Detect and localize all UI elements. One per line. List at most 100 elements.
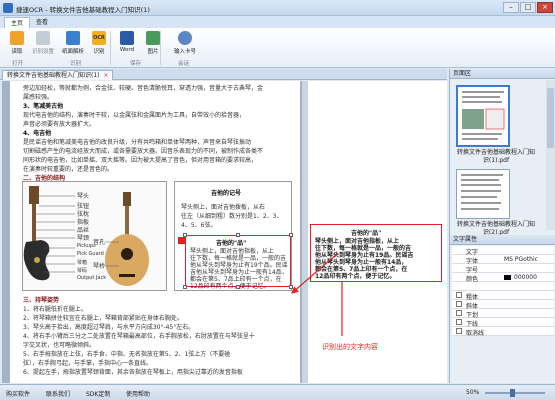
close-icon[interactable]: × <box>103 72 108 79</box>
prop-row[interactable]: 斜体 <box>452 300 554 310</box>
page-text-line: 现代电吉他的结构，演奏时干较，以金属弦和金属面片为工具，自带效小的拾音器， <box>23 112 246 119</box>
page-text-line: 6、提起左手，拇指放置琴颈背面，其余各指放在琴板上，用指尖过靠近的发音指板 <box>23 369 243 376</box>
ribbon: 读取 识别设置 纸面解析 OCR 识别 Word 图片 输入卡号 打开 识别 保… <box>0 28 555 68</box>
app-logo-icon <box>3 3 13 13</box>
group-save-label: 保存 <box>130 61 142 67</box>
page-text-line: 5、右手拇指放在上弦，右手食、中指、无名指放在第5、2、1弦上方（不要碰 <box>23 351 231 358</box>
window-title: 捷速OCR - 转换文件吉他基础教程入门知识(1) <box>16 6 150 14</box>
resize-handle[interactable] <box>236 233 240 237</box>
prop-row[interactable] <box>452 282 554 291</box>
page-text-line: 2、将琴箱拼住较宜在右腿上，琴箱背部紧贴在身体右胸处。 <box>23 315 183 322</box>
page-text-line: 3、琴头高于拾出，高度超过琴肩，与水平方向成30°-45°左右。 <box>23 324 195 331</box>
group-recognize-label: 识别 <box>70 61 82 67</box>
guitar-label: 琴头 <box>77 193 90 200</box>
prop-row[interactable]: 文字 <box>452 246 554 256</box>
page-text-line: 是民谣吉他和笔减美电吉他的改良升级，分有共鸣箱和单体琴两种，声音来自琴弦振动 <box>23 139 252 146</box>
guitar-label: Pickups <box>77 243 96 249</box>
text-properties-table: 文字 字体 MS PGothic 字号 颜色 000000 粗体 斜体 下划 下线 … <box>452 246 554 337</box>
prop-row[interactable]: 颜色 000000 <box>452 273 554 283</box>
ocr-icon: OCR <box>92 31 106 45</box>
page-text-line: 4、将右手小臂后三分之二处放置在琴箱最高部位，右手腕放松，右肘放置在与琴弦呈十 <box>23 333 255 340</box>
guitar-diagram: 琴头 弦钮 弦枕 指板 品丝 琴颈 音孔 琴桥 Pickups Pick Gua… <box>22 181 167 291</box>
selected-recognition-region[interactable]: 吉他的"品" 琴头侧上，面对吉他指板，从上 往下数，每一格就是一品，一般的吉 他… <box>183 233 293 290</box>
checkbox[interactable] <box>456 319 462 325</box>
ribbon-divider <box>110 31 111 65</box>
page-text-line: 切割磁感产生的电流经放大而成，或各需要放大器。因音乐表现力的不同，被制作成各类不 <box>23 148 264 155</box>
prop-row[interactable]: 粗体 <box>452 291 554 301</box>
page-analysis-icon <box>66 31 80 45</box>
page-panel-header: 页面区 <box>450 69 555 79</box>
guitar-label: Output Jack <box>77 275 107 281</box>
prop-row[interactable]: 取消线 <box>452 327 554 337</box>
title-bar: 捷速OCR - 转换文件吉他基础教程入门知识(1) – □ × <box>0 0 555 16</box>
page-text-line: 弦），右手腕弓起，与手掌，手指中心一条直线。 <box>23 360 153 367</box>
page-heading: 4、电吉他 <box>23 130 52 137</box>
page-heading: 3、笔减美古他 <box>23 103 64 110</box>
page-thumbnail[interactable] <box>456 85 510 147</box>
input-card-button[interactable]: 输入卡号 <box>168 30 202 56</box>
region-marker-icon[interactable] <box>178 237 185 244</box>
prop-row[interactable]: 字号 <box>452 264 554 274</box>
checkbox[interactable] <box>456 310 462 316</box>
recognize-settings-button[interactable]: 识别设置 <box>30 30 56 56</box>
checkbox[interactable] <box>456 328 462 334</box>
guitar-label: 琴桥 <box>93 263 106 270</box>
right-panel: 页面区 转换文件吉他基础教程入门知识(1).pdf 转换文件吉他基础教程入门知识… <box>449 69 555 383</box>
tab-view[interactable]: 查看 <box>30 17 54 28</box>
help-link[interactable]: 使用帮助 <box>126 389 150 398</box>
resize-handle[interactable] <box>183 233 187 237</box>
save-image-button[interactable]: 图片 <box>140 30 166 56</box>
guitar-label: 琴码 <box>77 268 88 274</box>
zoom-slider-thumb[interactable] <box>510 389 515 397</box>
ocr-button[interactable]: OCR 识别 <box>86 30 112 56</box>
recognize-settings-icon <box>36 31 50 45</box>
document-page: 旁边加轻松，等就都为例，合金弦、较硬。音色清脆悦耳，穿透力强，音量大于古典琴，金… <box>10 81 300 383</box>
sdk-custom-link[interactable]: SDK定制 <box>86 389 110 398</box>
zoom-level: 50% <box>466 389 480 396</box>
contact-us-link[interactable]: 联系我们 <box>46 389 70 398</box>
tab-home[interactable]: 主页 <box>4 17 31 28</box>
recognized-text-box[interactable]: 吉他的"品" 琴头侧上，面对吉他指板，从上 往下数，每一格就是一品，一般的吉 他… <box>310 224 442 282</box>
thumbnail-preview <box>462 91 505 140</box>
color-swatch <box>504 275 511 280</box>
image-icon <box>146 31 160 45</box>
panel-text-line: 4、5、6弦。 <box>181 222 217 229</box>
resize-handle[interactable] <box>289 233 293 237</box>
ribbon-divider <box>160 31 161 65</box>
thumbnail-scrollbar[interactable] <box>546 80 555 230</box>
page-text-line: 声音必须要有放大器扩大。 <box>23 121 96 128</box>
ribbon-tabs: 主页 查看 <box>0 16 555 28</box>
page-text-line: 在演奏时较重要的，还是音色的。 <box>23 166 114 173</box>
window-controls: – □ × <box>503 2 553 13</box>
prop-row[interactable]: 下线 <box>452 318 554 328</box>
checkbox[interactable] <box>456 301 462 307</box>
guitar-label: 琴箱 <box>77 260 88 266</box>
document-viewer: 旁边加轻松，等就都为例，合金弦、较硬。音色清脆悦耳，穿透力强，音量大于古典琴，金… <box>2 81 447 383</box>
buy-software-link[interactable]: 购买软件 <box>6 389 30 398</box>
zoom-slider[interactable] <box>485 392 545 394</box>
group-open-label: 打开 <box>12 61 24 67</box>
page-heading: 三、持琴姿势 <box>23 297 60 304</box>
prop-row[interactable]: 下划 <box>452 309 554 319</box>
maximize-button[interactable]: □ <box>520 2 536 13</box>
save-word-button[interactable]: Word <box>114 30 140 56</box>
page-analysis-button[interactable]: 纸面解析 <box>60 30 86 56</box>
recognized-text-pane[interactable]: 吉他的"品" 琴头侧上，面对吉他指板，从上 往下数，每一格就是一品，一般的吉 他… <box>308 81 447 383</box>
page-text-line: 属感较强。 <box>23 94 54 101</box>
guitar-label: 琴颈 <box>77 235 90 242</box>
page-text-line: 1、将右腿低折在腿上。 <box>23 306 87 313</box>
resize-handle[interactable] <box>236 285 240 289</box>
prop-row[interactable]: 字体 MS PGothic <box>452 255 554 265</box>
callout-label: 识别出的文字内容 <box>322 343 378 351</box>
read-button[interactable]: 读取 <box>4 30 30 56</box>
document-tab[interactable]: 转换文件吉他基础教程入门知识(1) × <box>2 70 114 80</box>
checkbox[interactable] <box>456 292 462 298</box>
minimize-button[interactable]: – <box>503 2 519 13</box>
resize-handle[interactable] <box>289 285 293 289</box>
status-bar: 购买软件 联系我们 SDK定制 使用帮助 50% <box>0 384 555 400</box>
page-thumbnail[interactable] <box>456 169 510 219</box>
group-session-label: 会话 <box>178 61 190 67</box>
close-button[interactable]: × <box>537 2 553 13</box>
resize-handle[interactable] <box>183 285 187 289</box>
guitar-label: Pick Guard <box>77 251 104 257</box>
